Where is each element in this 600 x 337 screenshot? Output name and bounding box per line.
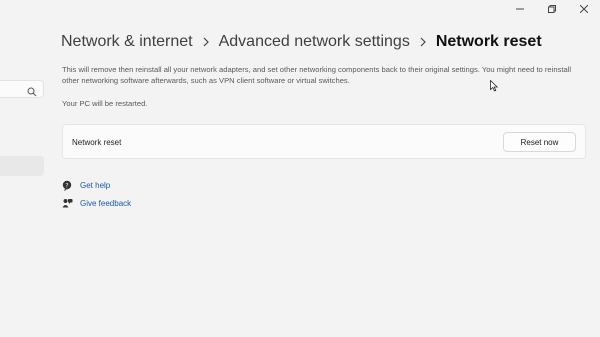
svg-text:?: ? [65,182,68,189]
chevron-right-icon [419,37,427,47]
give-feedback-row[interactable]: Give feedback [61,197,131,209]
close-icon [580,5,588,13]
breadcrumb: Network & internet Advanced network sett… [61,33,542,51]
restore-icon [548,5,556,13]
get-help-link[interactable]: Get help [80,181,110,190]
maximize-button[interactable] [536,0,568,18]
network-reset-card: Network reset Reset now [62,124,586,159]
description-text: This will remove then reinstall all your… [62,65,572,85]
sidebar-item-selected[interactable] [0,156,44,176]
minimize-icon [516,8,524,10]
breadcrumb-item-advanced-network-settings[interactable]: Advanced network settings [219,33,410,51]
get-help-row[interactable]: ? Get help [61,179,110,191]
page-title: Network reset [435,33,542,50]
network-reset-label: Network reset [72,138,122,147]
reset-now-button[interactable]: Reset now [503,132,576,152]
chevron-right-icon [202,37,210,47]
window-controls [504,0,600,18]
search-input[interactable] [0,80,44,98]
mouse-cursor-icon [490,79,499,97]
minimize-button[interactable] [504,0,536,18]
feedback-icon [61,197,73,209]
give-feedback-link[interactable]: Give feedback [80,199,131,208]
search-icon [27,84,37,102]
breadcrumb-item-network-internet[interactable]: Network & internet [61,33,193,51]
restart-note: Your PC will be restarted. [62,99,148,108]
help-chat-icon: ? [61,179,73,191]
close-button[interactable] [568,0,600,18]
